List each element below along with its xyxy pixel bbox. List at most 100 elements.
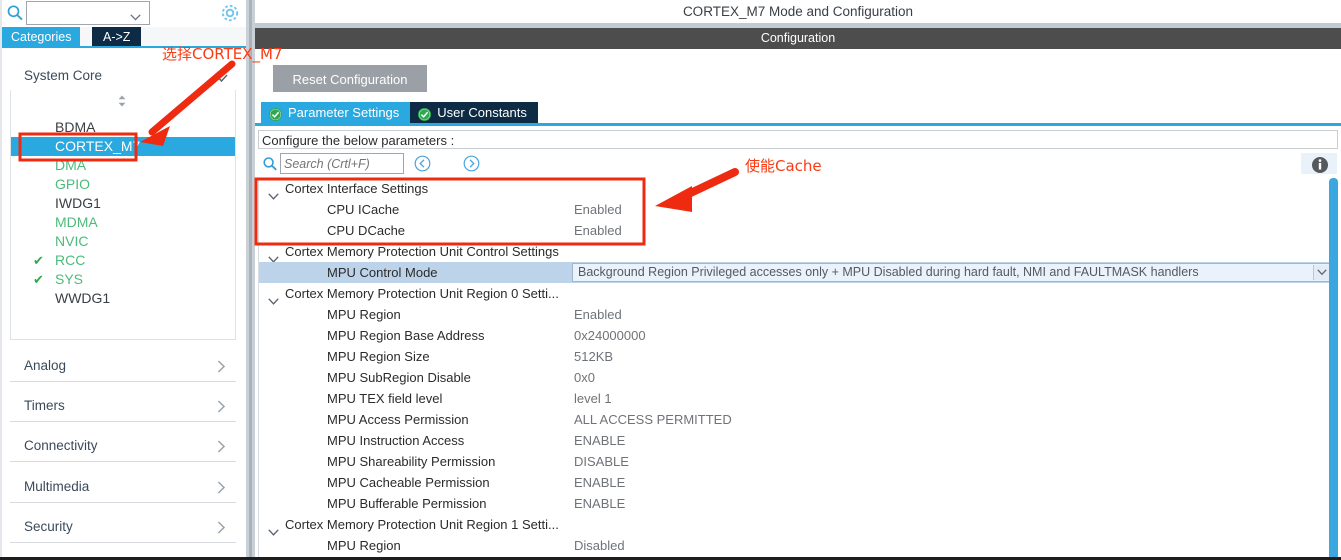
chevron-down-icon[interactable] — [268, 248, 279, 263]
parameter-row[interactable]: CPU DCache Enabled — [259, 220, 1338, 241]
divider — [10, 461, 236, 462]
chevron-right-icon — [217, 521, 226, 534]
parameter-row[interactable]: MPU SubRegion Disable 0x0 — [259, 367, 1338, 388]
parameter-group-row[interactable]: Cortex Interface Settings — [259, 178, 1338, 200]
group-header-security[interactable]: Security — [10, 513, 236, 543]
parameter-name: MPU Region — [327, 307, 401, 322]
parameter-group-row[interactable]: Cortex Memory Protection Unit Control Se… — [259, 241, 1338, 263]
sidebar-item-label: NVIC — [55, 233, 89, 249]
sidebar-item-label: BDMA — [55, 119, 96, 135]
component-search-row — [0, 0, 246, 27]
parameter-row[interactable]: MPU Bufferable Permission ENABLE — [259, 493, 1338, 514]
parameter-value: ALL ACCESS PERMITTED — [574, 412, 732, 427]
parameter-value: ENABLE — [574, 475, 626, 490]
info-button[interactable] — [1301, 153, 1337, 174]
parameter-row[interactable]: MPU Instruction Access ENABLE — [259, 430, 1338, 451]
parameter-search-input[interactable] — [280, 153, 404, 174]
tab-categories[interactable]: Categories — [2, 27, 81, 47]
parameter-row[interactable]: CPU ICache Enabled — [259, 199, 1338, 220]
panel-splitter[interactable] — [246, 0, 255, 560]
parameter-row[interactable]: MPU Cacheable Permission ENABLE — [259, 472, 1338, 493]
search-next-button[interactable] — [463, 155, 480, 172]
parameter-group-row[interactable]: Cortex Memory Protection Unit Region 0 S… — [259, 283, 1338, 305]
parameter-grid[interactable]: Cortex Interface Settings CPU ICache Enabl… — [258, 178, 1338, 560]
sidebar-item-nvic[interactable]: NVIC — [11, 232, 235, 251]
sidebar-item-label: DMA — [55, 157, 87, 173]
group-header-timers[interactable]: Timers — [10, 392, 236, 422]
parameter-row[interactable]: MPU Access Permission ALL ACCESS PERMITTE… — [259, 409, 1338, 430]
component-search-combo[interactable] — [26, 1, 150, 25]
parameter-group-label: Cortex Memory Protection Unit Region 0 S… — [285, 286, 559, 301]
parameter-row[interactable]: MPU Control Mode Background Region Privil… — [259, 262, 1338, 283]
search-icon — [262, 156, 278, 172]
reset-configuration-button[interactable]: Reset Configuration — [273, 65, 427, 92]
group-header-analog[interactable]: Analog — [10, 352, 236, 382]
sidebar-item-dma[interactable]: DMA — [11, 156, 235, 175]
sidebar-item-rcc[interactable]: ✔ RCC — [11, 251, 235, 270]
sidebar-item-mdma[interactable]: MDMA — [11, 213, 235, 232]
parameter-name: MPU Region Base Address — [327, 328, 485, 343]
sidebar-item-label: IWDG1 — [55, 195, 101, 211]
parameter-row[interactable]: MPU Region Enabled — [259, 304, 1338, 325]
parameter-value: Enabled — [574, 202, 622, 217]
divider — [10, 502, 236, 503]
parameter-value: 0x24000000 — [574, 328, 646, 343]
tab-user-constants[interactable]: User Constants — [410, 102, 538, 123]
component-list-panel: Categories A->Z System Core BDMA CORTEX_M… — [0, 0, 246, 560]
parameter-group-row[interactable]: Cortex Memory Protection Unit Region 1 S… — [259, 514, 1338, 536]
parameter-name: MPU Instruction Access — [327, 433, 465, 448]
chevron-down-icon[interactable] — [268, 185, 279, 200]
scrollbar-thumb[interactable] — [1329, 178, 1338, 560]
divider — [10, 542, 236, 543]
parameter-row[interactable]: MPU TEX field level level 1 — [259, 388, 1338, 409]
parameter-row[interactable]: MPU Region Disabled — [259, 535, 1338, 556]
chevron-down-icon[interactable] — [268, 290, 279, 305]
group-label-system-core: System Core — [24, 68, 103, 83]
configuration-panel: CORTEX_M7 Mode and Configuration Configu… — [255, 0, 1341, 560]
sidebar-item-cortex_m7[interactable]: CORTEX_M7 — [11, 137, 235, 156]
app-root: Categories A->Z System Core BDMA CORTEX_M… — [0, 0, 1341, 560]
group-label-multimedia: Multimedia — [24, 479, 90, 494]
parameter-group-label: Cortex Memory Protection Unit Region 1 S… — [285, 517, 559, 532]
parameter-name: MPU SubRegion Disable — [327, 370, 471, 385]
sidebar-item-wwdg1[interactable]: WWDG1 — [11, 289, 235, 308]
check-icon: ✔ — [33, 253, 44, 268]
tab-parameter-settings[interactable]: Parameter Settings — [261, 102, 411, 123]
parameter-value: level 1 — [574, 391, 612, 406]
sidebar-item-gpio[interactable]: GPIO — [11, 175, 235, 194]
sort-handle-icon[interactable] — [115, 94, 129, 108]
check-circle-icon — [418, 106, 432, 121]
parameter-name: MPU Cacheable Permission — [327, 475, 490, 490]
parameter-name: MPU Access Permission — [327, 412, 469, 427]
sidebar-item-iwdg1[interactable]: IWDG1 — [11, 194, 235, 213]
group-header-multimedia[interactable]: Multimedia — [10, 473, 236, 503]
gear-icon[interactable] — [219, 2, 241, 24]
parameter-row[interactable]: MPU Region Size 512KB — [259, 346, 1338, 367]
parameter-value-dropdown[interactable]: Background Region Privileged accesses on… — [572, 263, 1334, 282]
chevron-right-icon — [217, 440, 226, 453]
parameter-row[interactable]: MPU Region Base Address 0x24000000 — [259, 325, 1338, 346]
parameter-group-label: Cortex Memory Protection Unit Control Se… — [285, 244, 559, 259]
check-circle-icon — [269, 106, 282, 121]
parameter-value: Enabled — [574, 223, 622, 238]
tab-a-to-z[interactable]: A->Z — [92, 27, 142, 47]
search-prev-button[interactable] — [414, 155, 431, 172]
parameter-row[interactable]: MPU Shareability Permission DISABLE — [259, 451, 1338, 472]
parameter-name: CPU ICache — [327, 202, 400, 217]
chevron-down-icon — [215, 71, 228, 83]
vertical-scrollbar[interactable] — [1329, 178, 1338, 560]
settings-tabbar: Parameter Settings User Constants — [261, 102, 538, 123]
panel-left-edge — [0, 0, 2, 558]
group-label-analog: Analog — [24, 358, 67, 373]
parameter-value: ENABLE — [574, 496, 626, 511]
sidebar-item-bdma[interactable]: BDMA — [11, 118, 235, 137]
chevron-down-icon[interactable] — [1313, 265, 1330, 280]
group-header-connectivity[interactable]: Connectivity — [10, 432, 236, 462]
sidebar-item-sys[interactable]: ✔ SYS — [11, 270, 235, 289]
group-header-system-core[interactable]: System Core — [10, 62, 236, 92]
divider — [10, 381, 236, 382]
chevron-down-icon[interactable] — [268, 521, 279, 536]
check-icon: ✔ — [33, 272, 44, 287]
parameter-value: ENABLE — [574, 433, 626, 448]
group-label-timers: Timers — [24, 398, 65, 413]
